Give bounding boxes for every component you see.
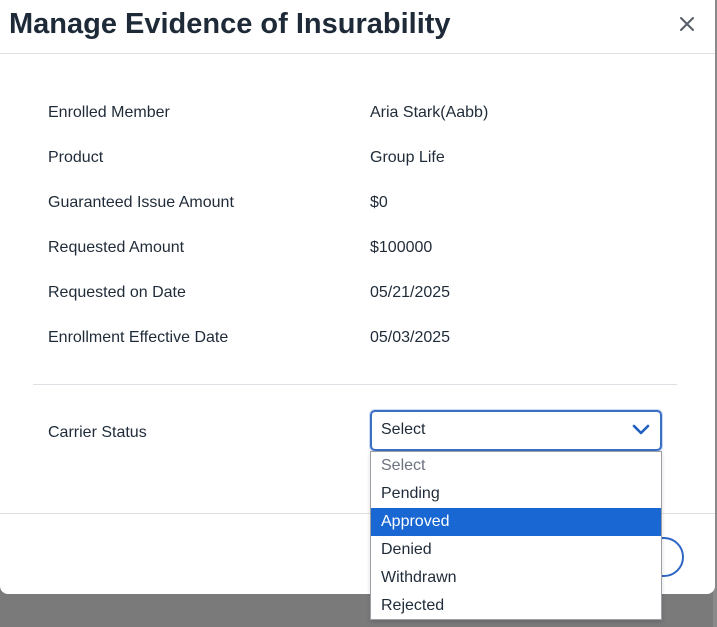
close-icon [680, 17, 694, 31]
detail-label: Requested Amount [48, 239, 185, 256]
modal-header: Manage Evidence of Insurability [0, 0, 715, 54]
detail-label: Product [48, 149, 104, 166]
option-label: Pending [381, 485, 440, 502]
carrier-status-label: Carrier Status [48, 424, 147, 441]
detail-row-requested-amount: Requested Amount $100000 [0, 236, 715, 260]
option-label: Select [381, 457, 426, 474]
option-label: Rejected [381, 597, 445, 614]
option-label: Denied [381, 541, 432, 558]
dropdown-option-rejected[interactable]: Rejected [371, 592, 661, 620]
detail-value: 05/21/2025 [370, 284, 451, 301]
chevron-down-icon [632, 424, 650, 435]
detail-row-guaranteed-issue-amount: Guaranteed Issue Amount $0 [0, 191, 715, 215]
detail-value: Group Life [370, 149, 445, 166]
close-button[interactable] [674, 11, 700, 37]
option-label: Approved [381, 513, 450, 530]
detail-label: Requested on Date [48, 284, 186, 301]
detail-row-enrollment-effective-date: Enrollment Effective Date 05/03/2025 [0, 326, 715, 350]
option-label: Withdrawn [381, 569, 457, 586]
detail-label: Enrollment Effective Date [48, 329, 229, 346]
section-divider [33, 384, 677, 385]
detail-value: $0 [370, 194, 388, 211]
carrier-status-dropdown-list: Select Pending Approved Denied Withdrawn… [370, 451, 662, 620]
dropdown-option-denied[interactable]: Denied [371, 536, 661, 564]
detail-value: Aria Stark(Aabb) [370, 104, 489, 121]
detail-value: $100000 [370, 239, 433, 256]
detail-row-enrolled-member: Enrolled Member Aria Stark(Aabb) [0, 101, 715, 125]
detail-value: 05/03/2025 [370, 329, 451, 346]
carrier-status-selected-value: Select [381, 421, 426, 438]
dropdown-option-withdrawn[interactable]: Withdrawn [371, 564, 661, 592]
carrier-status-select[interactable]: Select [370, 410, 662, 451]
detail-row-requested-on-date: Requested on Date 05/21/2025 [0, 281, 715, 305]
modal-title: Manage Evidence of Insurability [9, 8, 451, 40]
detail-row-product: Product Group Life [0, 146, 715, 170]
dropdown-option-select[interactable]: Select [371, 452, 661, 480]
detail-label: Guaranteed Issue Amount [48, 194, 234, 211]
detail-label: Enrolled Member [48, 104, 170, 121]
dropdown-option-pending[interactable]: Pending [371, 480, 661, 508]
dropdown-option-approved[interactable]: Approved [371, 508, 661, 536]
